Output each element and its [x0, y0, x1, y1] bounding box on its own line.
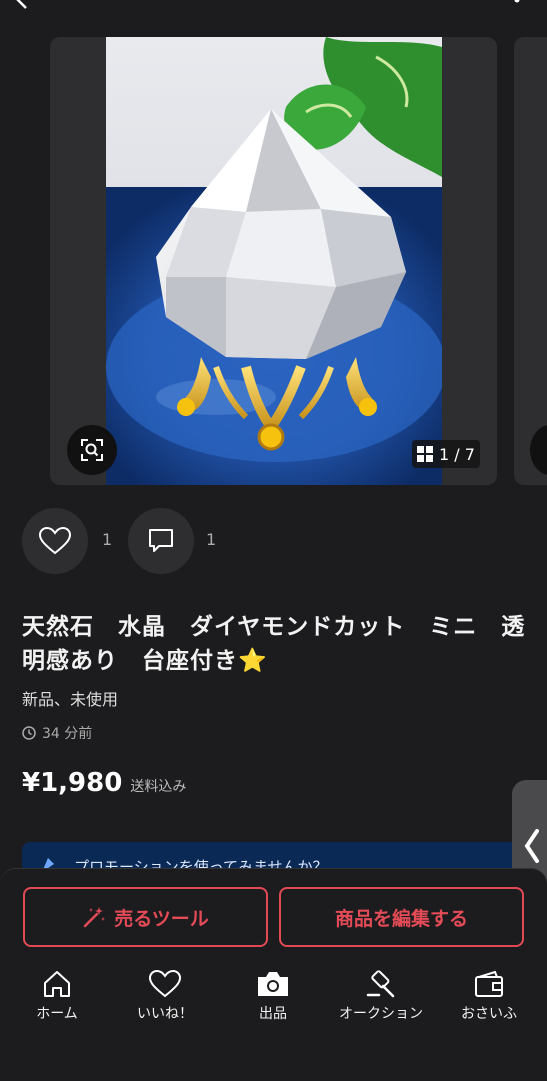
like-button[interactable]	[22, 508, 88, 574]
nav-item-auction[interactable]: オークション	[327, 969, 435, 1023]
sell-tools-button[interactable]: 売るツール	[23, 887, 268, 947]
posted-time-text: 34 分前	[42, 726, 93, 742]
nav-label-likes: いいね！	[137, 1006, 193, 1022]
product-photo[interactable]	[106, 37, 442, 485]
photo-card[interactable]	[50, 37, 497, 485]
nav-label-wallet: おさいふ	[461, 1006, 517, 1022]
nav-item-wallet[interactable]: おさいふ	[435, 969, 543, 1023]
posted-time: 34 分前	[22, 723, 92, 743]
nav-item-likes[interactable]: いいね！	[111, 969, 219, 1023]
grid-icon	[417, 446, 434, 462]
like-count: 1	[102, 530, 113, 549]
heart-icon	[39, 527, 71, 555]
bottom-navigation: ホーム いいね！ 出品 オークション おさいふ	[0, 969, 547, 1039]
magic-wand-icon	[83, 907, 106, 928]
edit-item-label: 商品を編集する	[334, 907, 468, 930]
gavel-icon	[366, 970, 395, 998]
more-icon[interactable]	[513, 0, 521, 6]
photo-counter: 1 / 7	[412, 440, 480, 468]
nav-label-listing: 出品	[259, 1006, 287, 1022]
shipping-note: 送料込み	[130, 779, 187, 795]
back-icon[interactable]	[14, 0, 32, 10]
nav-item-home[interactable]: ホーム	[3, 969, 111, 1023]
top-bar	[0, 0, 547, 14]
scan-search-icon	[81, 439, 103, 461]
edit-item-button[interactable]: 商品を編集する	[279, 887, 524, 947]
comment-button[interactable]	[128, 508, 194, 574]
home-icon	[44, 971, 70, 997]
chevron-left-icon	[524, 829, 539, 863]
photo-gallery[interactable]	[0, 37, 547, 485]
zoom-button[interactable]	[67, 425, 117, 475]
item-title: 天然石 水晶 ダイヤモンドカット ミニ 透明感あり 台座付き⭐️	[22, 614, 526, 674]
price-row: ¥1,980 送料込み	[22, 768, 186, 798]
heart-icon	[149, 969, 181, 998]
nav-label-auction: オークション	[339, 1006, 423, 1022]
nav-item-listing[interactable]: 出品	[219, 969, 327, 1023]
sell-tools-label: 売るツール	[114, 907, 209, 930]
nav-label-home: ホーム	[36, 1006, 78, 1022]
photo-counter-text: 1 / 7	[439, 444, 475, 464]
comment-icon	[149, 529, 173, 552]
next-photo-card[interactable]	[514, 37, 547, 485]
item-price: ¥1,980	[22, 768, 123, 798]
wallet-icon	[475, 970, 503, 997]
bottom-action-sheet: 売るツール 商品を編集する ホーム いいね！ 出品 オークション おさいふ	[0, 868, 547, 1081]
comment-count: 1	[206, 530, 217, 549]
camera-icon	[258, 972, 288, 996]
clock-icon	[22, 726, 36, 740]
item-condition: 新品、未使用	[22, 690, 119, 709]
